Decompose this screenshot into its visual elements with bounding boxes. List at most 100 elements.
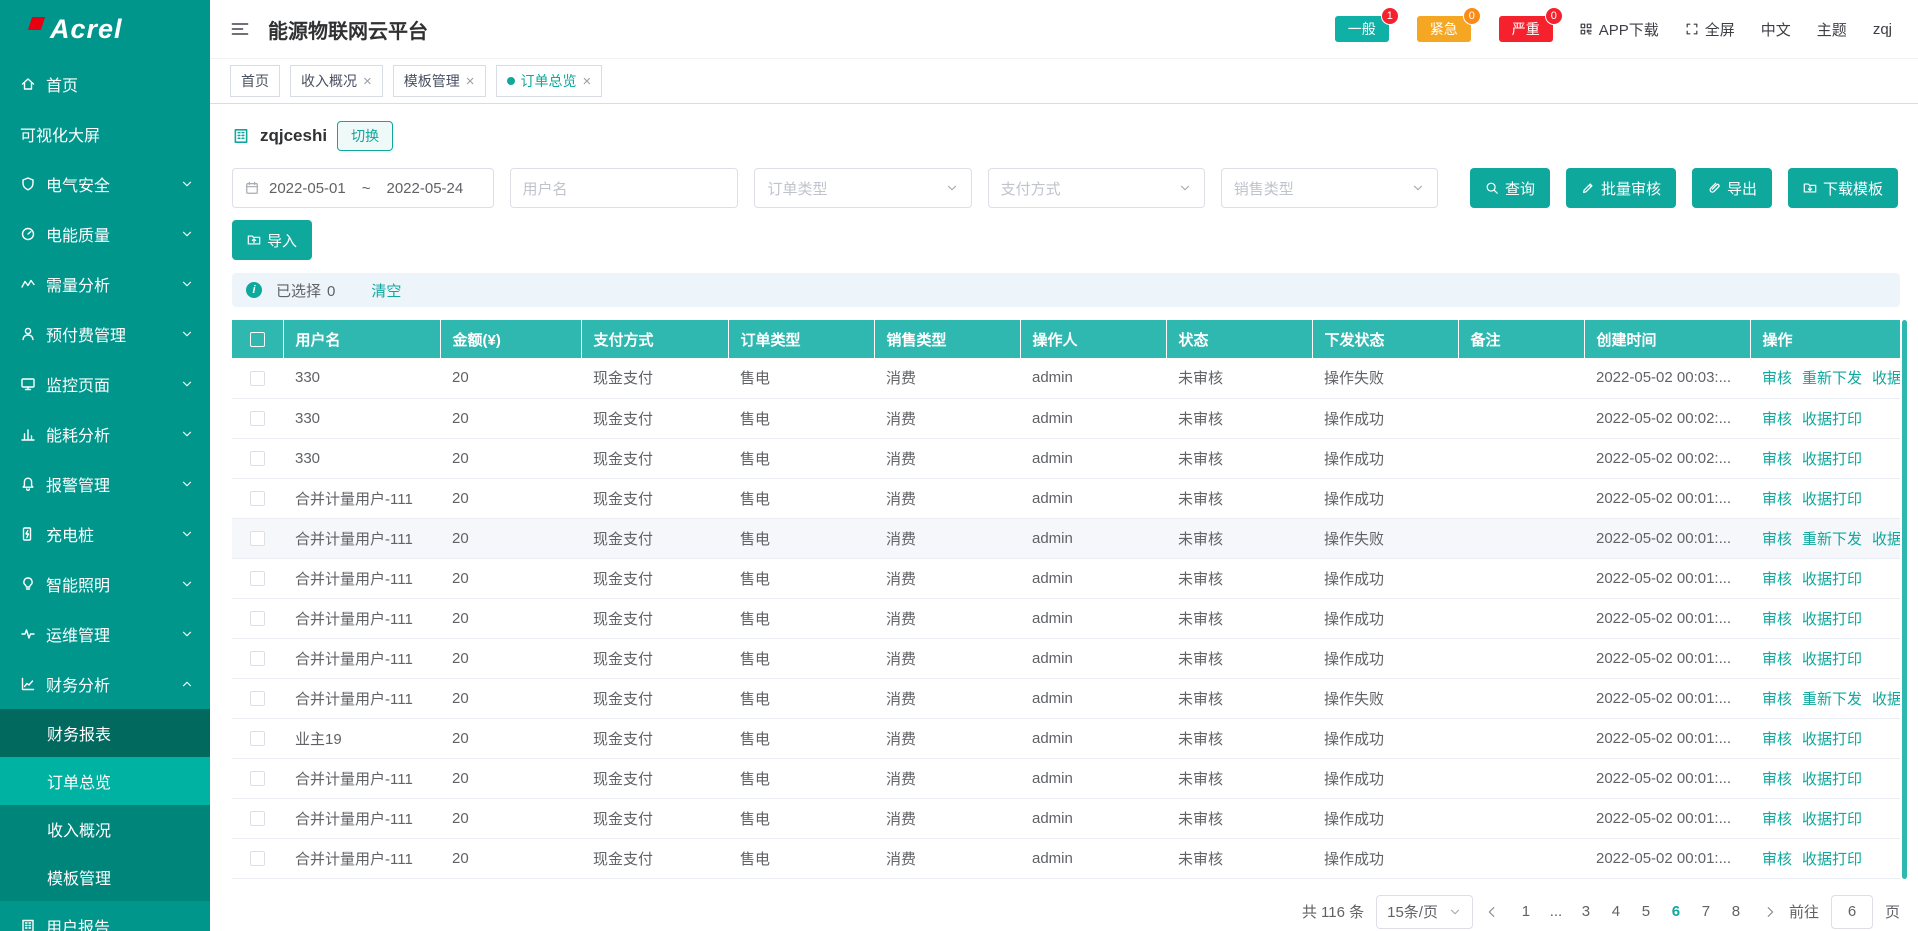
- sidebar-item-home[interactable]: 首页: [0, 59, 210, 109]
- row-checkbox[interactable]: [250, 531, 265, 546]
- sidebar-item-power-quality[interactable]: 电能质量: [0, 209, 210, 259]
- sidebar-item-visual-dashboard[interactable]: 可视化大屏: [0, 109, 210, 159]
- payment-method-select[interactable]: 支付方式: [988, 168, 1205, 208]
- row-checkbox[interactable]: [250, 371, 265, 386]
- row-action-print-receipt[interactable]: 收据打印: [1802, 611, 1862, 628]
- row-checkbox[interactable]: [250, 691, 265, 706]
- row-action-audit[interactable]: 审核: [1762, 451, 1792, 468]
- clear-selection-link[interactable]: 清空: [371, 280, 401, 301]
- sidebar-item-energy-analysis[interactable]: 能耗分析: [0, 409, 210, 459]
- column-header-user[interactable]: 用户名: [283, 320, 440, 358]
- import-button[interactable]: 导入: [232, 220, 312, 260]
- row-action-audit[interactable]: 审核: [1762, 731, 1792, 748]
- column-header-remark[interactable]: 备注: [1458, 320, 1584, 358]
- row-checkbox[interactable]: [250, 611, 265, 626]
- sidebar-subitem-template-management[interactable]: 模板管理: [0, 853, 210, 901]
- page-number-6[interactable]: 6: [1661, 897, 1691, 927]
- row-action-redispatch[interactable]: 重新下发: [1802, 531, 1862, 548]
- sidebar-item-finance-analysis[interactable]: 财务分析: [0, 659, 210, 709]
- row-action-print-receipt[interactable]: 收据打印: [1802, 411, 1862, 428]
- row-action-audit[interactable]: 审核: [1762, 611, 1792, 628]
- tab-close-icon[interactable]: ×: [583, 74, 592, 89]
- row-action-print-receipt[interactable]: 收据打印: [1872, 691, 1900, 708]
- sidebar-item-monitor-page[interactable]: 监控页面: [0, 359, 210, 409]
- row-action-print-receipt[interactable]: 收据打印: [1872, 531, 1900, 548]
- row-action-redispatch[interactable]: 重新下发: [1802, 691, 1862, 708]
- page-number-8[interactable]: 8: [1721, 897, 1751, 927]
- column-header-actions[interactable]: 操作: [1750, 320, 1900, 358]
- next-page-button[interactable]: [1763, 905, 1777, 919]
- date-range-picker[interactable]: 2022-05-01 ~ 2022-05-24: [232, 168, 494, 208]
- row-action-audit[interactable]: 审核: [1762, 370, 1792, 387]
- switch-project-button[interactable]: 切换: [337, 121, 393, 151]
- tab-close-icon[interactable]: ×: [466, 74, 475, 89]
- row-action-audit[interactable]: 审核: [1762, 691, 1792, 708]
- row-action-audit[interactable]: 审核: [1762, 851, 1792, 868]
- row-action-audit[interactable]: 审核: [1762, 811, 1792, 828]
- column-header-created[interactable]: 创建时间: [1584, 320, 1750, 358]
- fullscreen-button[interactable]: 全屏: [1685, 19, 1735, 40]
- row-action-print-receipt[interactable]: 收据打印: [1872, 370, 1900, 387]
- column-header-sale_type[interactable]: 销售类型: [874, 320, 1020, 358]
- page-number-1[interactable]: 1: [1511, 897, 1541, 927]
- prev-page-button[interactable]: [1485, 905, 1499, 919]
- row-action-print-receipt[interactable]: 收据打印: [1802, 491, 1862, 508]
- tab-order-overview[interactable]: 订单总览×: [496, 65, 603, 97]
- goto-page-input[interactable]: 6: [1831, 895, 1873, 929]
- row-action-audit[interactable]: 审核: [1762, 491, 1792, 508]
- batch-audit-button[interactable]: 批量审核: [1566, 168, 1676, 208]
- language-switch[interactable]: 中文: [1761, 19, 1791, 40]
- row-action-print-receipt[interactable]: 收据打印: [1802, 571, 1862, 588]
- row-action-audit[interactable]: 审核: [1762, 531, 1792, 548]
- export-button[interactable]: 导出: [1692, 168, 1772, 208]
- sale-type-select[interactable]: 销售类型: [1221, 168, 1438, 208]
- page-ellipsis[interactable]: ...: [1541, 897, 1571, 927]
- alarm-tag-critical[interactable]: 严重0: [1499, 16, 1553, 42]
- column-header-operator[interactable]: 操作人: [1020, 320, 1166, 358]
- page-size-select[interactable]: 15条/页: [1376, 895, 1473, 929]
- order-type-select[interactable]: 订单类型: [754, 168, 971, 208]
- column-header-amount[interactable]: 金额(¥): [440, 320, 581, 358]
- sidebar-item-prepaid-management[interactable]: 预付费管理: [0, 309, 210, 359]
- username-input[interactable]: 用户名: [510, 168, 739, 208]
- page-number-4[interactable]: 4: [1601, 897, 1631, 927]
- row-checkbox[interactable]: [250, 491, 265, 506]
- row-checkbox[interactable]: [250, 451, 265, 466]
- hamburger-icon[interactable]: [230, 19, 250, 39]
- tab-income-overview[interactable]: 收入概况×: [290, 65, 383, 97]
- sidebar-subitem-finance-report[interactable]: 财务报表: [0, 709, 210, 757]
- page-number-7[interactable]: 7: [1691, 897, 1721, 927]
- select-all-checkbox[interactable]: [250, 332, 265, 347]
- sidebar-subitem-order-overview[interactable]: 订单总览: [0, 757, 210, 805]
- download-template-button[interactable]: 下载模板: [1788, 168, 1898, 208]
- user-menu[interactable]: zqj: [1873, 21, 1892, 38]
- row-checkbox[interactable]: [250, 411, 265, 426]
- search-button[interactable]: 查询: [1470, 168, 1550, 208]
- app-download-button[interactable]: APP下载: [1579, 19, 1659, 40]
- sidebar-item-charging-pile[interactable]: 充电桩: [0, 509, 210, 559]
- sidebar-item-ops-management[interactable]: 运维管理: [0, 609, 210, 659]
- column-header-status[interactable]: 状态: [1166, 320, 1312, 358]
- row-action-print-receipt[interactable]: 收据打印: [1802, 771, 1862, 788]
- row-checkbox[interactable]: [250, 651, 265, 666]
- column-header-order_type[interactable]: 订单类型: [728, 320, 874, 358]
- row-checkbox[interactable]: [250, 811, 265, 826]
- alarm-tag-general[interactable]: 一般1: [1335, 16, 1389, 42]
- row-checkbox[interactable]: [250, 571, 265, 586]
- table-scrollbar[interactable]: [1902, 320, 1907, 879]
- row-checkbox[interactable]: [250, 851, 265, 866]
- row-action-print-receipt[interactable]: 收据打印: [1802, 811, 1862, 828]
- row-action-redispatch[interactable]: 重新下发: [1802, 370, 1862, 387]
- tab-close-icon[interactable]: ×: [363, 74, 372, 89]
- page-number-5[interactable]: 5: [1631, 897, 1661, 927]
- page-number-3[interactable]: 3: [1571, 897, 1601, 927]
- row-checkbox[interactable]: [250, 771, 265, 786]
- row-action-print-receipt[interactable]: 收据打印: [1802, 731, 1862, 748]
- alarm-tag-urgent[interactable]: 紧急0: [1417, 16, 1471, 42]
- row-action-audit[interactable]: 审核: [1762, 771, 1792, 788]
- row-action-audit[interactable]: 审核: [1762, 571, 1792, 588]
- row-action-print-receipt[interactable]: 收据打印: [1802, 851, 1862, 868]
- sidebar-item-user-report[interactable]: 用户报告: [0, 901, 210, 931]
- column-header-dispatch_status[interactable]: 下发状态: [1312, 320, 1458, 358]
- tab-template-management[interactable]: 模板管理×: [393, 65, 486, 97]
